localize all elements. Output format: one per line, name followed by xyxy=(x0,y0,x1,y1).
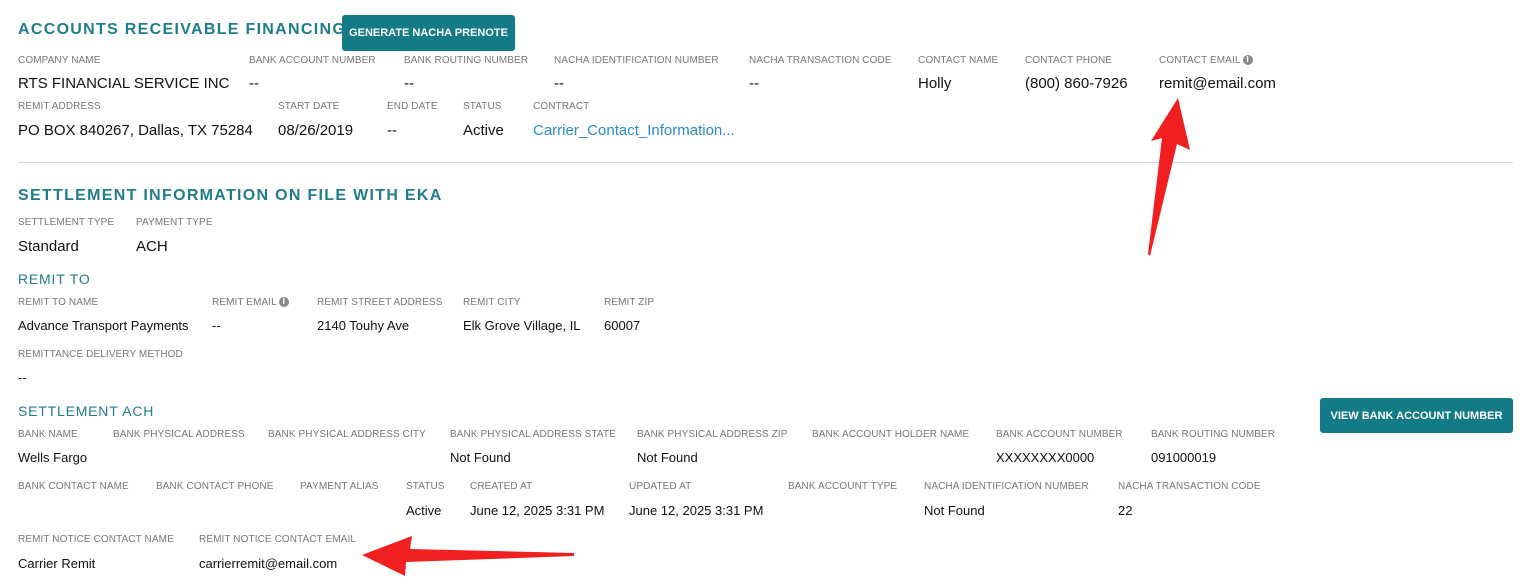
annotation-arrow-icon xyxy=(362,536,574,576)
annotation-arrow-icon xyxy=(1148,98,1190,256)
annotation-arrows xyxy=(362,98,1190,576)
